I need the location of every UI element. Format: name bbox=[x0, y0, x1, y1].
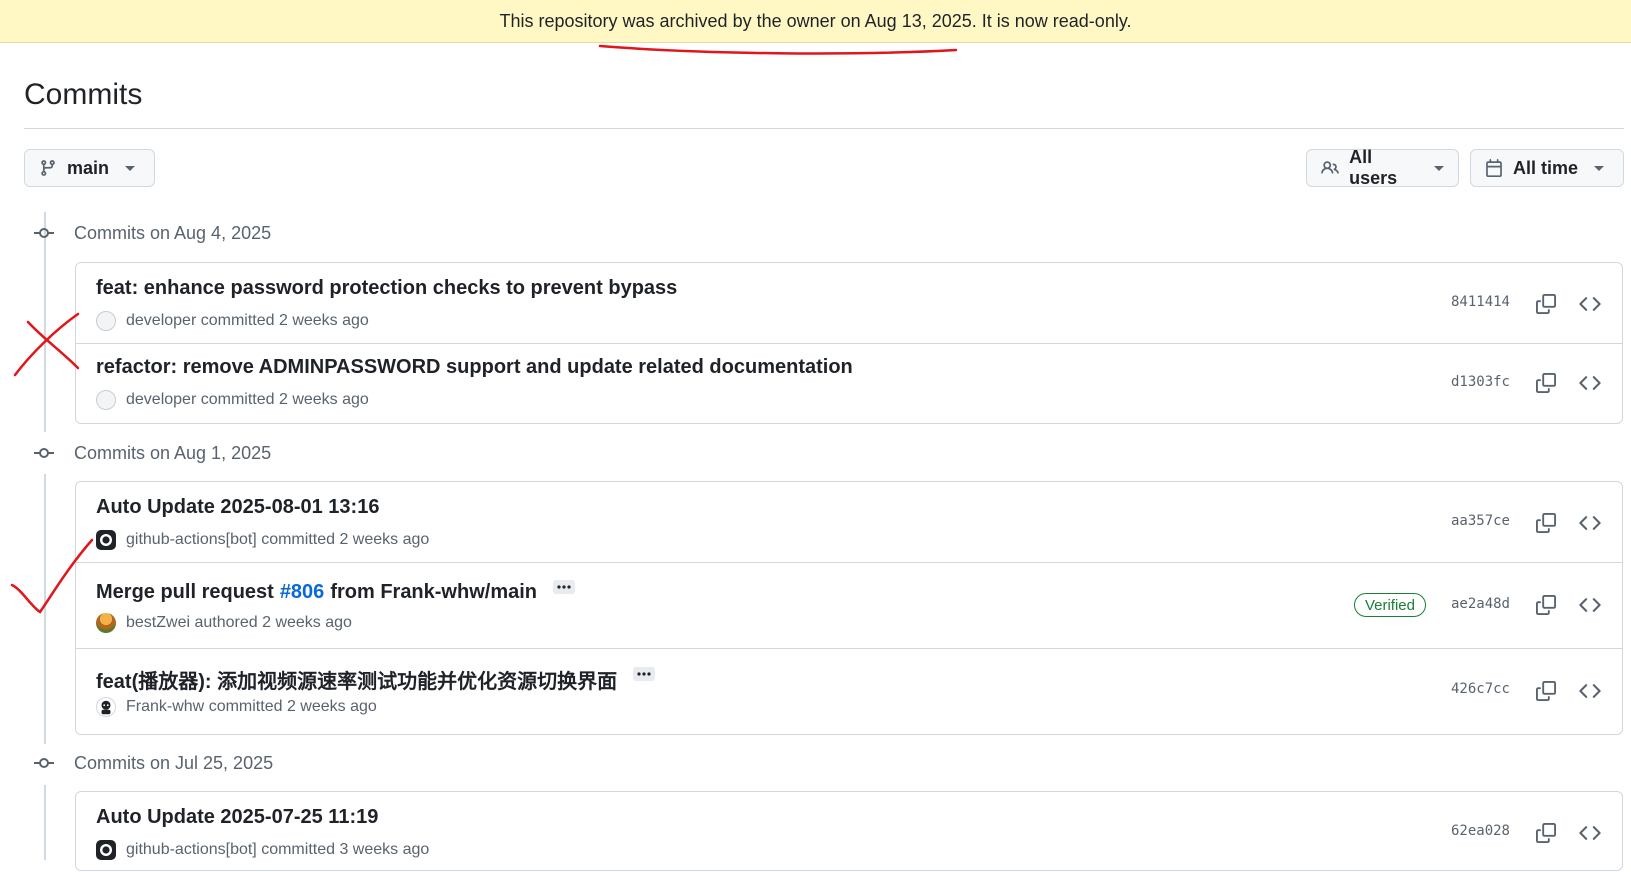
archived-banner-text: This repository was archived by the owne… bbox=[499, 10, 1132, 31]
commit-row: Auto Update 2025-08-01 13:16 github-acti… bbox=[76, 482, 1622, 562]
commit-sha-link[interactable]: aa357ce bbox=[1451, 513, 1510, 529]
red-cross-mark bbox=[13, 312, 80, 377]
commit-meta: github-actions[bot] committed 2 weeks ag… bbox=[96, 530, 429, 550]
author-link[interactable]: developer bbox=[126, 312, 196, 329]
people-icon bbox=[1321, 161, 1339, 174]
commit-meta: Frank-whw committed 2 weeks ago bbox=[96, 697, 377, 717]
commit-meta: bestZwei authored 2 weeks ago bbox=[96, 613, 352, 633]
caret-down-icon bbox=[125, 165, 136, 171]
time-filter-label: All time bbox=[1513, 157, 1579, 178]
ellipsis-icon bbox=[637, 671, 651, 676]
avatar[interactable] bbox=[96, 697, 116, 717]
red-underline-mark bbox=[598, 44, 958, 55]
author-link[interactable]: Frank-whw bbox=[126, 698, 204, 715]
verified-badge[interactable]: Verified bbox=[1353, 593, 1426, 617]
branch-label: main bbox=[67, 157, 110, 178]
commit-meta: github-actions[bot] committed 3 weeks ag… bbox=[96, 840, 429, 860]
code-icon[interactable] bbox=[1578, 593, 1602, 617]
commit-group: Auto Update 2025-08-01 13:16 github-acti… bbox=[75, 481, 1623, 735]
commit-date-header: Commits on Aug 4, 2025 bbox=[32, 221, 271, 245]
commit-message: feat(播放器): 添加视频源速率测试功能并优化资源切换界面 bbox=[96, 665, 656, 694]
ellipsis-icon bbox=[557, 584, 571, 589]
commit-row: Auto Update 2025-07-25 11:19 github-acti… bbox=[76, 792, 1622, 872]
commit-message-link[interactable]: Merge pull request bbox=[96, 581, 274, 604]
archived-banner: This repository was archived by the owne… bbox=[0, 0, 1631, 43]
branch-selector-button[interactable]: main bbox=[24, 149, 155, 187]
caret-down-icon bbox=[1434, 165, 1444, 171]
timeline-line bbox=[44, 785, 46, 860]
copy-icon[interactable] bbox=[1534, 821, 1558, 845]
commit-sha-link[interactable]: 8411414 bbox=[1451, 294, 1510, 310]
commit-meta: developer committed 2 weeks ago bbox=[96, 311, 369, 331]
code-icon[interactable] bbox=[1578, 371, 1602, 395]
pull-request-link[interactable]: #806 bbox=[280, 581, 325, 604]
git-commit-icon bbox=[34, 758, 54, 768]
copy-icon[interactable] bbox=[1534, 371, 1558, 395]
git-branch-icon bbox=[41, 160, 55, 176]
calendar-icon bbox=[1486, 159, 1502, 177]
commit-message-link[interactable]: feat(播放器): 添加视频源速率测试功能并优化资源切换界面 bbox=[96, 665, 617, 694]
time-filter-button[interactable]: All time bbox=[1470, 149, 1624, 187]
expand-message-button[interactable] bbox=[633, 666, 656, 681]
caret-down-icon bbox=[1594, 165, 1605, 171]
commit-message-link[interactable]: refactor: remove ADMINPASSWORD support a… bbox=[96, 356, 853, 379]
commit-message-link[interactable]: Auto Update 2025-07-25 11:19 bbox=[96, 806, 378, 829]
avatar[interactable] bbox=[96, 613, 116, 633]
commit-sha-link[interactable]: ae2a48d bbox=[1451, 596, 1510, 612]
avatar[interactable] bbox=[96, 840, 116, 860]
commit-sha-link[interactable]: 426c7cc bbox=[1451, 681, 1510, 697]
timeline-line bbox=[44, 474, 46, 744]
commit-message-link[interactable]: feat: enhance password protection checks… bbox=[96, 277, 677, 300]
commit-row: refactor: remove ADMINPASSWORD support a… bbox=[76, 344, 1622, 424]
copy-icon[interactable] bbox=[1534, 593, 1558, 617]
red-cross-mark bbox=[26, 320, 80, 370]
users-filter-button[interactable]: All users bbox=[1306, 147, 1459, 188]
code-icon[interactable] bbox=[1578, 821, 1602, 845]
commit-row: Merge pull request #806 from Frank-whw/m… bbox=[76, 563, 1622, 648]
commit-date-header: Commits on Jul 25, 2025 bbox=[32, 751, 273, 775]
commit-sha-link[interactable]: d1303fc bbox=[1451, 374, 1510, 390]
page-title: Commits bbox=[24, 78, 143, 111]
title-divider bbox=[24, 128, 1624, 129]
expand-message-button[interactable] bbox=[553, 579, 576, 594]
author-link[interactable]: bestZwei bbox=[126, 614, 190, 631]
git-commit-icon bbox=[34, 228, 54, 238]
avatar[interactable] bbox=[96, 530, 116, 550]
commit-message-link[interactable]: from Frank-whw/main bbox=[330, 581, 537, 604]
copy-icon[interactable] bbox=[1534, 679, 1558, 703]
code-icon[interactable] bbox=[1578, 511, 1602, 535]
commit-message-link[interactable]: Auto Update 2025-08-01 13:16 bbox=[96, 496, 379, 519]
author-link[interactable]: developer bbox=[126, 391, 196, 408]
code-icon[interactable] bbox=[1578, 679, 1602, 703]
git-commit-icon bbox=[34, 448, 54, 458]
author-link[interactable]: github-actions[bot] bbox=[126, 531, 257, 548]
commit-row: feat: enhance password protection checks… bbox=[76, 263, 1622, 343]
timeline-line bbox=[44, 212, 46, 432]
commit-sha-link[interactable]: 62ea028 bbox=[1451, 823, 1510, 839]
commit-row: feat(播放器): 添加视频源速率测试功能并优化资源切换界面 Frank-wh… bbox=[76, 649, 1622, 735]
commit-meta: developer committed 2 weeks ago bbox=[96, 390, 369, 410]
copy-icon[interactable] bbox=[1534, 292, 1558, 316]
avatar[interactable] bbox=[96, 390, 116, 410]
commit-message: Merge pull request #806 from Frank-whw/m… bbox=[96, 579, 576, 604]
author-link[interactable]: github-actions[bot] bbox=[126, 841, 257, 858]
commit-group: Auto Update 2025-07-25 11:19 github-acti… bbox=[75, 791, 1623, 871]
commit-group: feat: enhance password protection checks… bbox=[75, 262, 1623, 424]
commit-date-header: Commits on Aug 1, 2025 bbox=[32, 441, 271, 465]
users-filter-label: All users bbox=[1349, 147, 1398, 188]
code-icon[interactable] bbox=[1578, 292, 1602, 316]
copy-icon[interactable] bbox=[1534, 511, 1558, 535]
avatar[interactable] bbox=[96, 311, 116, 331]
